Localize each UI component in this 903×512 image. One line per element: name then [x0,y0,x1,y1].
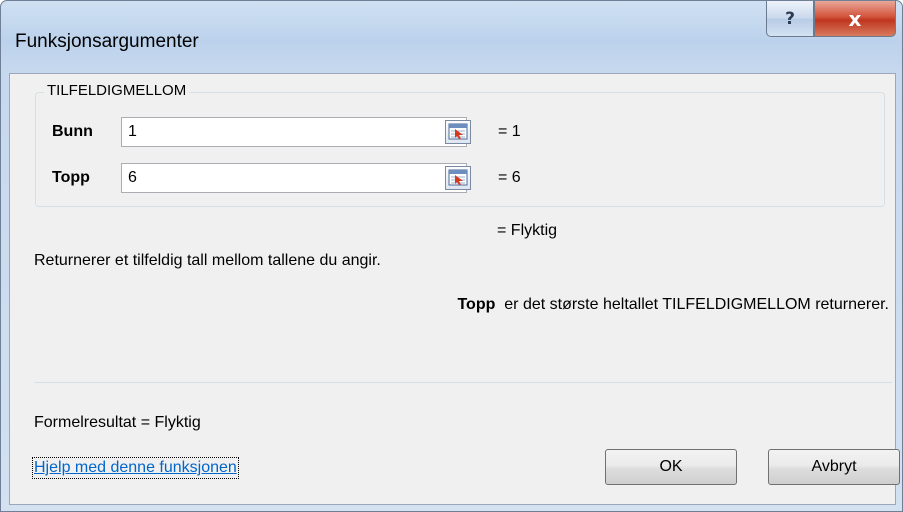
arg-label-bunn: Bunn [52,123,93,140]
bunn-result: = 1 [498,123,521,140]
argument-help: Topp er det største heltallet TILFELDIGM… [457,296,889,314]
argument-help-text: er det største heltallet TILFELDIGMELLOM… [504,296,889,313]
bunn-collapse-button[interactable] [445,120,471,144]
formula-result: Formelresultat = Flyktig [34,414,201,431]
function-name: TILFELDIGMELLOM [44,82,190,99]
question-icon: ? [785,8,795,29]
cancel-button[interactable]: Avbryt [768,449,900,485]
dialog-window: Funksjonsargumenter ? x TILFELDIGMELLOM … [0,0,903,512]
close-icon: x [848,6,862,31]
argument-help-name: Topp [457,296,496,313]
close-button[interactable]: x [814,1,896,37]
collapse-dialog-icon [448,169,468,186]
function-arguments-group: TILFELDIGMELLOM Bunn = 1 Topp [35,82,885,207]
title-bar[interactable]: Funksjonsargumenter ? x [1,1,902,77]
function-description: Returnerer et tilfeldig tall mellom tall… [34,252,381,269]
separator [34,382,892,383]
ok-button[interactable]: OK [605,449,737,485]
topp-input[interactable] [121,163,467,193]
bunn-input[interactable] [121,117,467,147]
help-link[interactable]: Hjelp med denne funksjonen [32,457,239,479]
topp-collapse-button[interactable] [445,166,471,190]
function-result: = Flyktig [497,222,558,239]
topp-result: = 6 [498,169,521,186]
arg-label-topp: Topp [52,169,90,186]
window-title: Funksjonsargumenter [15,31,199,52]
help-button[interactable]: ? [766,1,814,37]
collapse-dialog-icon [448,123,468,140]
dialog-body: TILFELDIGMELLOM Bunn = 1 Topp [9,73,900,505]
